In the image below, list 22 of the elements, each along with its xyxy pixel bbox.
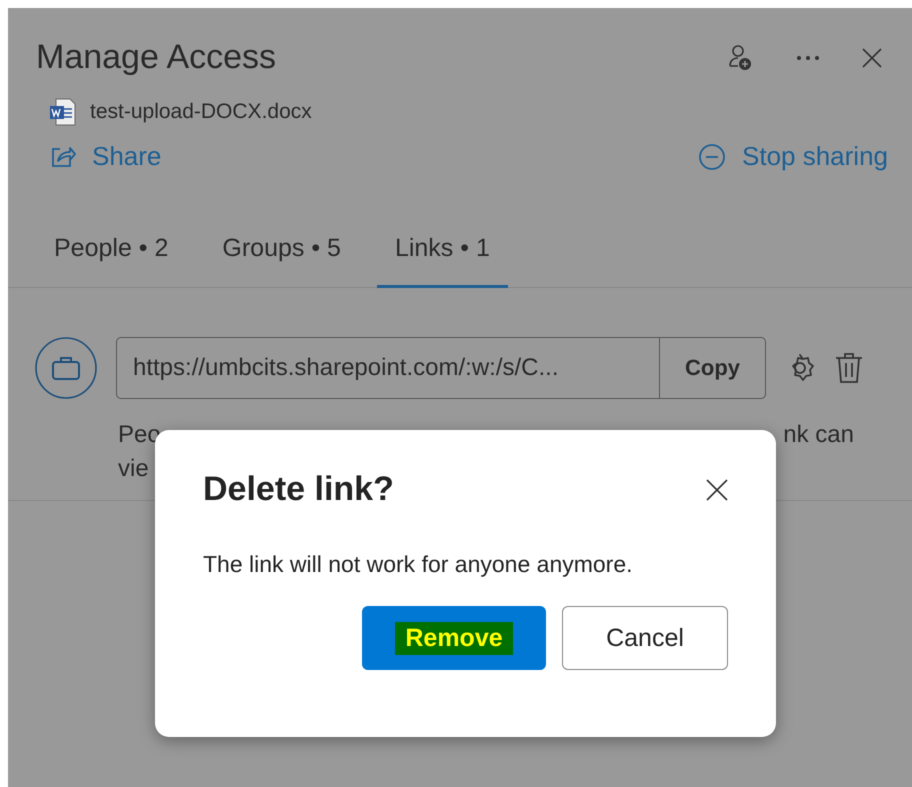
link-url: https://umbcits.sharepoint.com/:w:/s/C... — [132, 353, 560, 383]
trash-icon[interactable] — [834, 351, 864, 385]
share-icon — [50, 144, 76, 168]
close-icon[interactable] — [706, 478, 728, 500]
tab[interactable]: Links • 1 — [376, 224, 508, 288]
add-person-icon[interactable] — [728, 44, 754, 72]
word-document-icon — [48, 97, 78, 127]
file-name: test-upload-DOCX.docx — [90, 100, 312, 124]
tab[interactable]: Groups • 5 — [204, 224, 359, 288]
dialog-title: Delete link? — [203, 470, 394, 509]
description-text: nk can — [783, 420, 854, 450]
remove-button[interactable]: Remove — [362, 606, 546, 670]
description-text: vie — [118, 454, 150, 484]
briefcase-icon — [34, 336, 98, 400]
cancel-button[interactable]: Cancel — [562, 606, 728, 670]
link-field[interactable]: https://umbcits.sharepoint.com/:w:/s/C... Copy — [116, 337, 766, 399]
dialog-message: The link will not work for anyone anymore. — [203, 551, 634, 578]
panel-title: Manage Access — [36, 38, 276, 77]
copy-button[interactable]: Copy — [659, 338, 765, 398]
minus-circle-icon — [698, 142, 726, 170]
more-options-icon[interactable] — [796, 54, 820, 60]
tab[interactable]: People • 2 — [36, 224, 186, 288]
